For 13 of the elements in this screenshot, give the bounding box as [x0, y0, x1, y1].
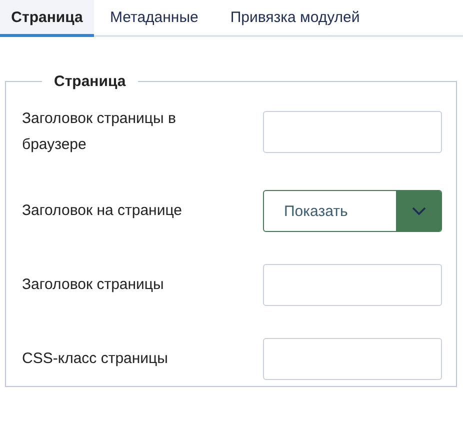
- field-label: Заголовок страницы в браузере: [22, 109, 177, 155]
- field-label: Заголовок страницы: [22, 275, 165, 295]
- chevron-down-icon: [412, 206, 426, 216]
- field-label: Заголовок на странице: [22, 201, 183, 221]
- tab[interactable]: Привязка модулей: [214, 0, 376, 37]
- field-label: CSS-класс страницы: [22, 349, 169, 369]
- input-field[interactable]: [263, 264, 442, 306]
- fieldset-legend: Страница: [42, 73, 138, 90]
- input-field[interactable]: [263, 111, 442, 153]
- select-field[interactable]: Показать: [263, 190, 442, 232]
- tab[interactable]: Страница: [0, 0, 94, 37]
- tab[interactable]: Метаданные: [94, 0, 214, 37]
- input-field[interactable]: [263, 338, 442, 380]
